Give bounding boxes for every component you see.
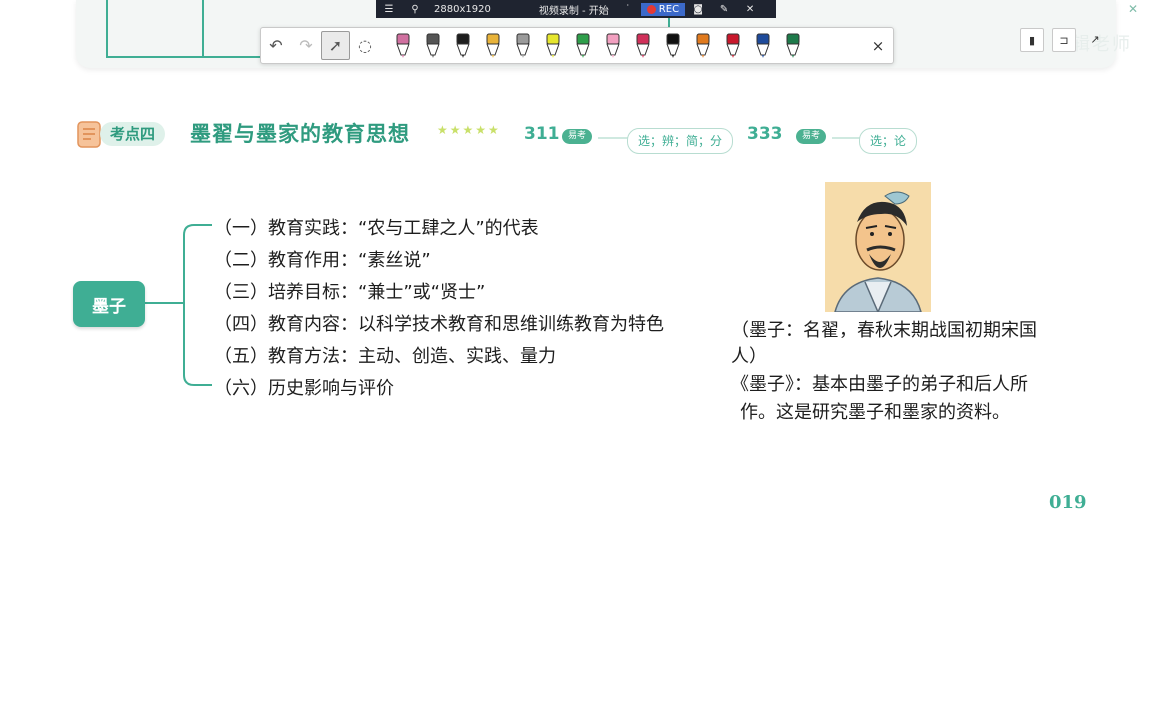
side-icon[interactable]: ⊐: [1052, 28, 1076, 52]
frequency-pill-333: 易考: [796, 129, 827, 144]
pen-tool-icon[interactable]: [718, 31, 748, 61]
pen-palette: [388, 31, 808, 61]
pen-tool-icon[interactable]: [568, 31, 598, 61]
note-line: 作。这是研究墨子和墨家的资料。: [740, 402, 1010, 423]
mindmap-branch: （一）教育实践：“农与工肆之人”的代表: [214, 218, 539, 239]
undo-icon[interactable]: ↶: [261, 31, 291, 61]
page-title: 墨翟与墨家的教育思想: [190, 122, 410, 146]
mindmap-branch: （二）教育作用：“素丝说”: [214, 250, 431, 271]
pen-tool-icon[interactable]: [778, 31, 808, 61]
toolbar-close-button[interactable]: ×: [863, 37, 893, 55]
close-recorder-icon[interactable]: ✕: [737, 4, 763, 15]
page-number: 019: [1049, 492, 1087, 513]
window-close-icon[interactable]: ✕: [1128, 2, 1138, 16]
camera-icon[interactable]: ◙: [685, 4, 711, 15]
mindmap-branch: （四）教育内容：以科学技术教育和思维训练教育为特色: [214, 314, 664, 335]
pin-icon[interactable]: ˙: [615, 4, 641, 15]
redo-icon[interactable]: ↷: [291, 31, 321, 61]
pen-tool-icon[interactable]: [598, 31, 628, 61]
mindmap-branch: （六）历史影响与评价: [214, 378, 394, 399]
topic-tag: 考点四: [100, 122, 166, 146]
exam-code-311: 311: [524, 124, 560, 144]
question-types-311: 选；辨；简；分: [627, 128, 734, 154]
question-types-333: 选；论: [859, 128, 918, 154]
pen-tool-icon[interactable]: [538, 31, 568, 61]
pen-tool-icon[interactable]: [478, 31, 508, 61]
pen-tool-icon[interactable]: [448, 31, 478, 61]
pen-icon[interactable]: ✎: [711, 4, 737, 15]
pen-tool-icon[interactable]: [508, 31, 538, 61]
book-icon[interactable]: ▮: [1020, 28, 1044, 52]
mindmap-connectors: [145, 224, 212, 386]
mindmap-branch: （五）教育方法：主动、创造、实践、量力: [214, 346, 556, 367]
expand-icon[interactable]: ↗: [1084, 28, 1106, 50]
pen-tool-icon[interactable]: [388, 31, 418, 61]
pen-tool-icon[interactable]: [688, 31, 718, 61]
recorder-bar: ☰ ⚲ 2880x1920 视频录制 - 开始 ˙ REC ◙ ✎ ✕: [376, 0, 776, 18]
pen-tool-icon[interactable]: [748, 31, 778, 61]
pen-tool-icon[interactable]: [418, 31, 448, 61]
connector: [598, 137, 628, 139]
note-line: 《墨子》：基本由墨子的弟子和后人所: [731, 374, 1028, 395]
connector: [832, 137, 860, 139]
pen-tool-icon[interactable]: [658, 31, 688, 61]
annotation-toolbar: ↶ ↷ ➚ ◌ ×: [260, 27, 894, 64]
note-line: 人）: [731, 346, 767, 367]
lasso-icon[interactable]: ◌: [350, 31, 380, 61]
pen-tool-icon[interactable]: [628, 31, 658, 61]
resolution-label: 2880x1920: [434, 3, 491, 15]
mindmap-branch: （三）培养目标：“兼士”或“贤士”: [214, 282, 486, 303]
frequency-pill-311: 易考: [562, 129, 593, 144]
exam-code-333: 333: [747, 124, 783, 144]
rec-button[interactable]: REC: [640, 2, 686, 16]
mindmap-root: 墨子: [73, 281, 145, 327]
recorder-title: 视频录制 - 开始: [538, 5, 609, 17]
record-dot-icon: [646, 4, 656, 14]
difficulty-stars: ★★★★★: [437, 123, 501, 137]
mozi-portrait-image: [825, 182, 931, 312]
note-line: （墨子：名翟，春秋末期战国初期宋国: [731, 320, 1037, 341]
menu-icon[interactable]: ☰: [376, 4, 402, 15]
mic-icon[interactable]: ⚲: [402, 4, 428, 15]
mini-tools: ▮ ⊐ ↗: [1020, 28, 1106, 52]
cursor-icon[interactable]: ➚: [321, 31, 350, 60]
